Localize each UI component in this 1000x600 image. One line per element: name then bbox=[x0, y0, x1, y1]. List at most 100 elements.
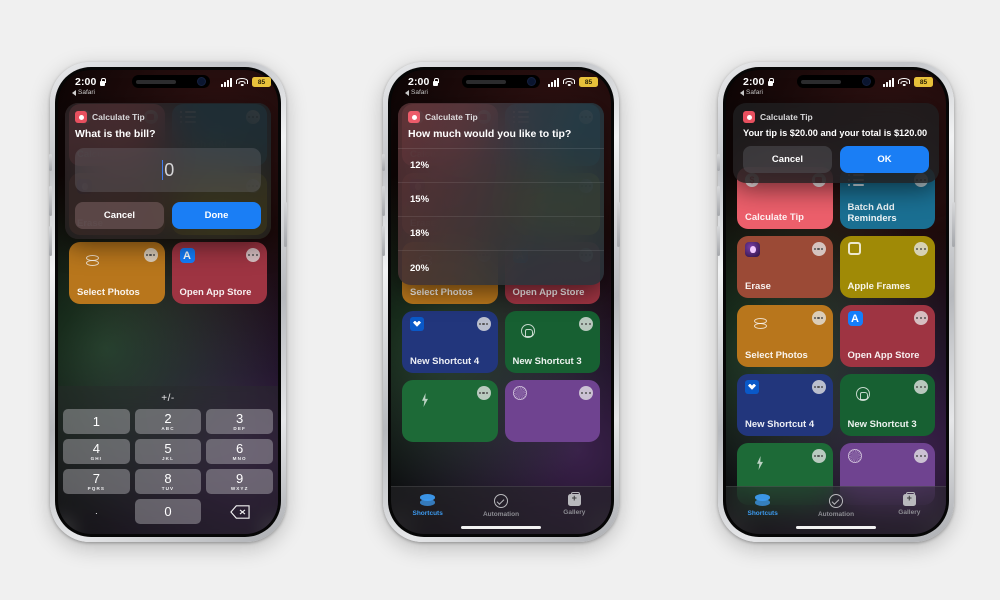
phone-tip-result: 2:00 Safari 85 $ Calculate Tip bbox=[717, 62, 955, 542]
more-icon[interactable] bbox=[579, 317, 593, 331]
key-4[interactable]: 4 GHI bbox=[63, 439, 130, 464]
more-icon[interactable] bbox=[914, 449, 928, 463]
shortcut-tile-partial-green[interactable] bbox=[402, 380, 498, 442]
tab-automation[interactable]: Automation bbox=[799, 494, 872, 518]
dynamic-island bbox=[797, 75, 875, 88]
key-5[interactable]: 5 JKL bbox=[134, 439, 202, 464]
key-8[interactable]: 8 TUV bbox=[134, 469, 202, 494]
input-value: 0 bbox=[164, 159, 175, 180]
tab-automation[interactable]: Automation bbox=[464, 494, 537, 518]
shortcut-tile-apple-frames[interactable]: Apple Frames bbox=[839, 236, 935, 298]
shortcut-label: Open App Store bbox=[847, 350, 920, 361]
status-time: 2:00 bbox=[408, 76, 440, 88]
shortcut-label: New Shortcut 3 bbox=[847, 419, 917, 430]
shortcut-tile-new-shortcut-4[interactable]: New Shortcut 4 bbox=[737, 374, 833, 436]
screenshot-stage: $ Calculate Tip Batch Add Reminders Eras… bbox=[0, 0, 1000, 600]
more-icon[interactable] bbox=[811, 242, 826, 256]
dropbox-icon bbox=[745, 380, 759, 394]
tab-shortcuts[interactable]: Shortcuts bbox=[391, 494, 464, 517]
more-icon[interactable] bbox=[246, 248, 260, 262]
shortcut-tile-select-photos[interactable]: Select Photos bbox=[69, 242, 165, 304]
more-icon[interactable] bbox=[811, 449, 826, 463]
more-icon[interactable] bbox=[476, 386, 491, 400]
silent-switch[interactable] bbox=[717, 154, 720, 171]
shortcut-label: Batch Add Reminders bbox=[847, 202, 897, 224]
home-indicator[interactable] bbox=[796, 525, 876, 529]
key-3[interactable]: 3 DEF bbox=[206, 409, 273, 434]
shortcut-tile-select-photos[interactable]: Select Photos bbox=[737, 305, 833, 367]
shortcut-label: Erase bbox=[745, 281, 771, 292]
gallery-icon bbox=[567, 491, 581, 506]
shortcut-tile-new-shortcut-3[interactable]: New Shortcut 3 bbox=[839, 374, 935, 436]
lock-icon bbox=[432, 77, 440, 87]
input-value-wrap: 0 bbox=[161, 159, 175, 181]
more-icon[interactable] bbox=[579, 386, 593, 400]
volume-up-button[interactable] bbox=[382, 186, 385, 216]
more-icon[interactable] bbox=[811, 380, 826, 394]
volume-up-button[interactable] bbox=[49, 186, 52, 216]
shortcut-tile-open-app-store[interactable]: A Open App Store bbox=[839, 305, 935, 367]
cancel-button[interactable]: Cancel bbox=[743, 146, 832, 173]
silent-switch[interactable] bbox=[382, 154, 385, 171]
bill-amount-input[interactable]: 0 bbox=[75, 148, 261, 192]
volume-down-button[interactable] bbox=[717, 226, 720, 256]
numeric-keypad[interactable]: +/- 1 2 ABC 3 DEF 4 GHI 5 JKL 6 MNO 7 PQRS 8 TU… bbox=[58, 386, 278, 534]
back-to-app-indicator[interactable]: Safari bbox=[740, 89, 763, 96]
silent-switch[interactable] bbox=[49, 154, 52, 171]
volume-up-button[interactable] bbox=[717, 186, 720, 216]
power-button[interactable] bbox=[617, 202, 620, 247]
more-icon[interactable] bbox=[914, 380, 928, 394]
sheet-result-text: Your tip is $20.00 and your total is $12… bbox=[743, 128, 928, 138]
cancel-button[interactable]: Cancel bbox=[75, 202, 164, 229]
power-button[interactable] bbox=[284, 202, 287, 247]
erase-app-icon bbox=[745, 242, 760, 257]
volume-down-button[interactable] bbox=[382, 226, 385, 256]
shortcuts-app-icon bbox=[75, 111, 87, 123]
dynamic-island bbox=[462, 75, 540, 88]
more-icon[interactable] bbox=[811, 311, 826, 325]
tab-shortcuts[interactable]: Shortcuts bbox=[726, 494, 799, 517]
tab-gallery[interactable]: Gallery bbox=[873, 491, 946, 516]
tip-option-12[interactable]: 12% bbox=[398, 149, 604, 183]
plus-minus-key[interactable]: +/- bbox=[63, 390, 273, 409]
shortcut-label: Calculate Tip bbox=[745, 212, 804, 223]
shortcut-tile-new-shortcut-3[interactable]: New Shortcut 3 bbox=[504, 311, 600, 373]
app-store-icon: A bbox=[847, 311, 863, 326]
back-to-app-indicator[interactable]: Safari bbox=[405, 89, 428, 96]
delete-backward-icon[interactable] bbox=[206, 499, 273, 524]
automation-icon bbox=[493, 494, 508, 508]
status-indicators: 85 bbox=[883, 77, 933, 87]
more-icon[interactable] bbox=[476, 317, 491, 331]
show-result-sheet: Calculate Tip Your tip is $20.00 and you… bbox=[733, 103, 939, 183]
key-7[interactable]: 7 PQRS bbox=[63, 469, 130, 494]
wifi-icon bbox=[898, 77, 910, 87]
shortcut-tile-erase[interactable]: Erase bbox=[737, 236, 833, 298]
app-store-icon: A bbox=[179, 248, 195, 263]
tab-label: Gallery bbox=[563, 509, 586, 516]
more-icon[interactable] bbox=[914, 242, 928, 256]
volume-down-button[interactable] bbox=[49, 226, 52, 256]
key-0[interactable]: 0 bbox=[134, 499, 202, 524]
done-button[interactable]: Done bbox=[172, 202, 261, 229]
more-icon[interactable] bbox=[914, 311, 928, 325]
tip-option-15[interactable]: 15% bbox=[398, 183, 604, 217]
more-icon[interactable] bbox=[143, 248, 158, 262]
power-button[interactable] bbox=[952, 202, 955, 247]
tip-option-20[interactable]: 20% bbox=[398, 251, 604, 285]
key-2[interactable]: 2 ABC bbox=[134, 409, 202, 434]
tab-gallery[interactable]: Gallery bbox=[538, 491, 611, 516]
shortcut-label: Select Photos bbox=[77, 287, 140, 298]
shortcut-tile-new-shortcut-4[interactable]: New Shortcut 4 bbox=[402, 311, 498, 373]
key-1[interactable]: 1 bbox=[63, 409, 130, 434]
shortcut-tile-partial-purple[interactable] bbox=[504, 380, 600, 442]
tip-option-18[interactable]: 18% bbox=[398, 217, 604, 251]
shortcuts-icon bbox=[755, 494, 771, 507]
shortcut-tile-open-app-store[interactable]: A Open App Store bbox=[171, 242, 267, 304]
shortcut-label: Select Photos bbox=[410, 287, 473, 298]
status-indicators: 85 bbox=[548, 77, 598, 87]
home-indicator[interactable] bbox=[461, 525, 541, 529]
ok-button[interactable]: OK bbox=[840, 146, 929, 173]
key-9[interactable]: 9 WXYZ bbox=[206, 469, 273, 494]
key-decimal[interactable]: . bbox=[63, 499, 130, 524]
key-6[interactable]: 6 MNO bbox=[206, 439, 273, 464]
